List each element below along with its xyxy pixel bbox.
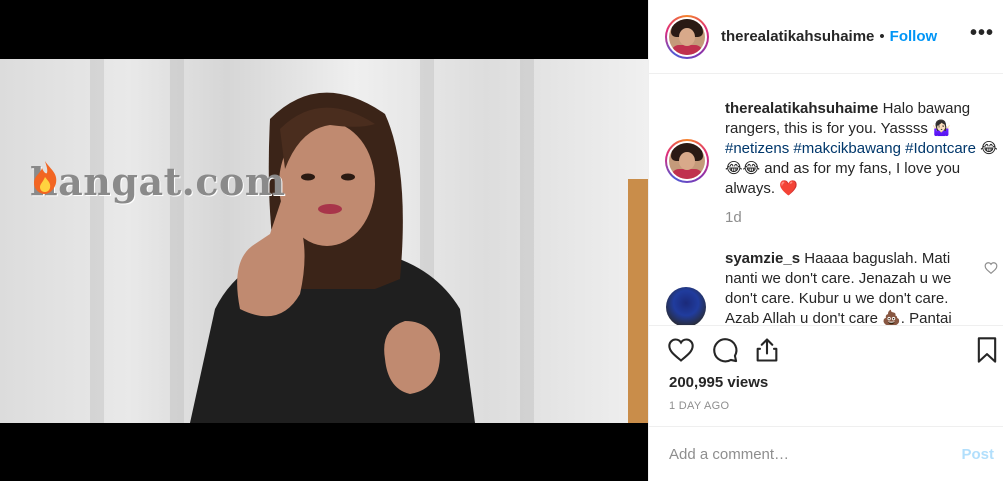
comment-item: syamzie_s Haaaa baguslah. Mati nanti we … xyxy=(725,249,983,325)
bookmark-icon[interactable] xyxy=(973,336,1001,364)
post-button[interactable]: Post xyxy=(961,446,994,463)
video-person xyxy=(190,92,648,423)
commenter-avatar[interactable] xyxy=(666,287,706,325)
fire-icon xyxy=(34,161,57,194)
watermark: hangat.com xyxy=(30,159,286,204)
watermark-text: hangat.com xyxy=(30,159,286,204)
follow-button[interactable]: Follow xyxy=(890,28,938,45)
video-frame[interactable]: hangat.com xyxy=(0,59,648,423)
add-comment-bar: Post xyxy=(649,426,1003,481)
caption-timestamp[interactable]: 1d xyxy=(725,209,742,226)
post-panel: therealatikahsuhaime • Follow ••• therea… xyxy=(648,0,1003,481)
separator-dot: • xyxy=(879,28,885,45)
comment-input[interactable] xyxy=(669,445,939,463)
action-bar: 200,995 views 1 DAY AGO xyxy=(649,325,1003,425)
header-username[interactable]: therealatikahsuhaime xyxy=(721,28,874,45)
avatar-image xyxy=(669,143,705,179)
avatar-image xyxy=(669,18,705,55)
view-count[interactable]: 200,995 views xyxy=(669,374,768,391)
post-header: therealatikahsuhaime • Follow ••• xyxy=(649,0,1003,74)
video-player[interactable]: hangat.com xyxy=(0,0,648,481)
share-icon[interactable] xyxy=(753,336,781,364)
avatar[interactable] xyxy=(665,14,709,59)
heart-icon[interactable] xyxy=(667,336,695,364)
caption-avatar[interactable] xyxy=(665,139,709,183)
comments-list[interactable]: therealatikahsuhaime Halo bawang rangers… xyxy=(649,75,1003,325)
more-icon[interactable]: ••• xyxy=(970,22,994,45)
caption-username[interactable]: therealatikahsuhaime xyxy=(725,100,878,117)
hashtag-link[interactable]: #Idontcare xyxy=(905,140,976,157)
post-date[interactable]: 1 DAY AGO xyxy=(669,400,729,412)
comment-username[interactable]: syamzie_s xyxy=(725,250,800,267)
caption: therealatikahsuhaime Halo bawang rangers… xyxy=(725,99,1003,199)
like-comment-heart-icon[interactable] xyxy=(984,261,998,275)
hashtag-link[interactable]: #makcikbawang xyxy=(793,140,901,157)
hashtag-link[interactable]: #netizens xyxy=(725,140,789,157)
comment-icon[interactable] xyxy=(711,336,739,364)
